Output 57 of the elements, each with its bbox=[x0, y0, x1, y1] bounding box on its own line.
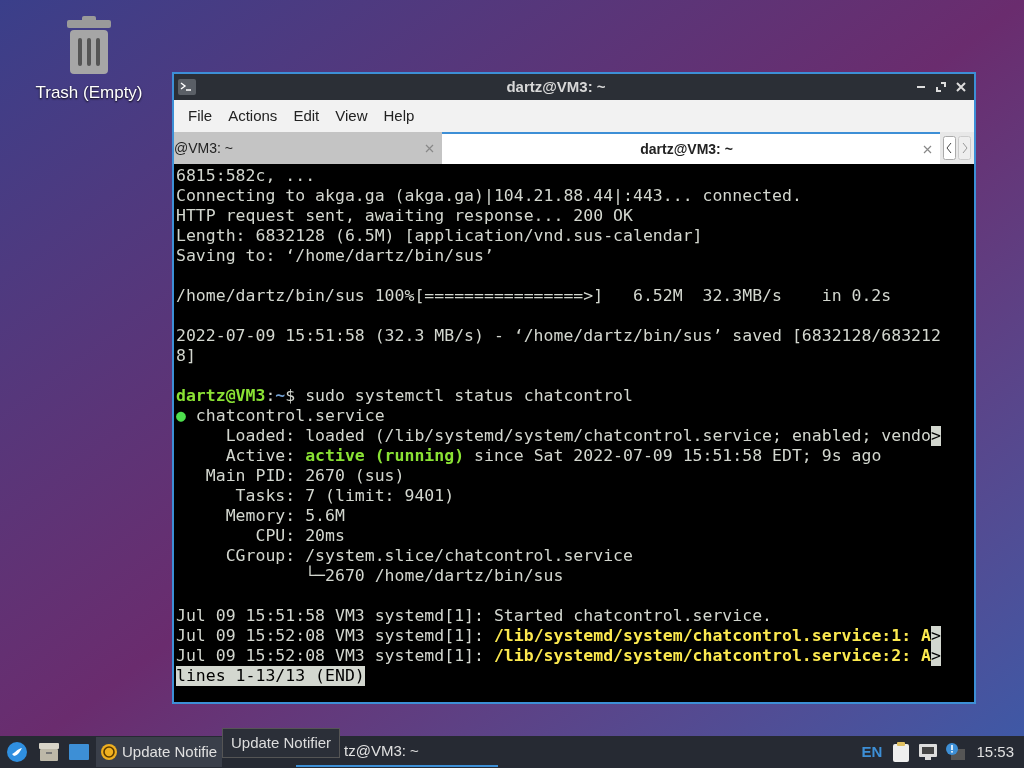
menu-item[interactable]: View bbox=[327, 104, 376, 128]
tab[interactable]: @VM3: ~ bbox=[174, 132, 442, 164]
menu-item[interactable]: Edit bbox=[285, 104, 328, 128]
terminal-text: /lib/systemd/system/chatcontrol.service:1: A bbox=[493, 626, 931, 646]
trash-label: Trash (Empty) bbox=[35, 82, 143, 104]
truncation-marker: > bbox=[931, 426, 941, 446]
start-menu-icon[interactable] bbox=[6, 741, 28, 763]
close-icon[interactable] bbox=[956, 82, 966, 92]
terminal-text: HTTP request sent, awaiting response... 200 OK bbox=[176, 206, 633, 226]
notifier-icon bbox=[100, 743, 118, 761]
maximize-icon[interactable] bbox=[936, 82, 946, 92]
menu-item[interactable]: Help bbox=[375, 104, 423, 128]
terminal-text: CPU: 20ms bbox=[254, 526, 345, 546]
window-title: dartz@VM3: ~ bbox=[505, 76, 607, 97]
terminal-text: Jul 09 15:51:58 VM3 systemd[1]: Started chatcontrol.service. bbox=[176, 606, 773, 626]
menu-item[interactable]: Actions bbox=[220, 104, 286, 128]
terminal-text: CGroup: /system.slice/chatcontrol.service bbox=[224, 546, 633, 566]
terminal-text: $ sudo systemctl status chatcontrol bbox=[285, 386, 633, 406]
terminal-text: Main PID: 2670 (sus) bbox=[204, 466, 405, 486]
close-tab-icon[interactable] bbox=[923, 144, 932, 154]
terminal-text: Tasks: 7 (limit: 9401) bbox=[234, 486, 455, 506]
terminal-text: Active: bbox=[224, 446, 297, 466]
scroll-left-icon[interactable] bbox=[943, 136, 956, 160]
terminal-icon bbox=[178, 79, 196, 95]
notification-icon[interactable] bbox=[946, 743, 967, 761]
terminal-text: Loaded: loaded (/lib/systemd/system/chatcontrol.service; enabled; vendo bbox=[224, 426, 931, 446]
terminal-text: active (running) bbox=[305, 446, 465, 466]
tab[interactable]: dartz@VM3: ~ bbox=[442, 132, 940, 164]
terminal-text: ~ bbox=[275, 386, 286, 406]
network-icon[interactable] bbox=[918, 743, 939, 761]
terminal-text: /home/dartz/bin/sus 100%[================>] 6.52M 32.3MB/s in 0.2s bbox=[176, 286, 892, 306]
terminal-text: since Sat 2022-07-09 15:51:58 EDT; 9s ago bbox=[473, 446, 882, 466]
taskbar-button[interactable]: Update Notifie bbox=[96, 737, 222, 767]
trash-icon[interactable] bbox=[64, 16, 114, 76]
terminal-text: Jul 09 15:52:08 VM3 systemd[1]: bbox=[176, 626, 485, 646]
terminal-text: 2022-07-09 15:51:58 (32.3 MB/s) - ‘/home/dartz/bin/sus’ saved [6832128/683212 bbox=[176, 326, 941, 346]
terminal-text: Saving to: ‘/home/dartz/bin/sus’ bbox=[176, 246, 494, 266]
clipboard-icon[interactable] bbox=[892, 741, 911, 763]
terminal-text: Jul 09 15:52:08 VM3 systemd[1]: bbox=[176, 646, 485, 666]
terminal-text: Memory: 5.6M bbox=[224, 506, 345, 526]
pager-status: lines 1-13/13 (END) bbox=[176, 666, 365, 686]
terminal-text: Length: 6832128 (6.5M) [application/vnd.sus-calendar] bbox=[176, 226, 703, 246]
terminal-text: : bbox=[265, 386, 276, 406]
terminal-text: 6815:582c, ... bbox=[176, 166, 316, 186]
clock[interactable]: 15:53 bbox=[976, 740, 1014, 764]
terminal-text: /lib/systemd/system/chatcontrol.service:2: A bbox=[493, 646, 931, 666]
show-desktop-icon[interactable] bbox=[68, 743, 90, 761]
terminal-text: 8] bbox=[176, 346, 196, 366]
terminal-text: chatcontrol.service bbox=[194, 406, 385, 426]
status-dot: ● bbox=[176, 406, 186, 426]
tooltip: Update Notifier bbox=[222, 728, 341, 758]
menu-item[interactable]: File bbox=[180, 104, 221, 128]
file-manager-icon[interactable] bbox=[38, 742, 60, 762]
terminal-text: └─2670 /home/dartz/bin/sus bbox=[304, 566, 564, 586]
terminal-text: dartz@VM3 bbox=[176, 386, 266, 406]
keyboard-layout[interactable]: EN bbox=[861, 740, 883, 764]
terminal-text: Connecting to akga.ga (akga.ga)|104.21.88.44|:443... connected. bbox=[176, 186, 802, 206]
